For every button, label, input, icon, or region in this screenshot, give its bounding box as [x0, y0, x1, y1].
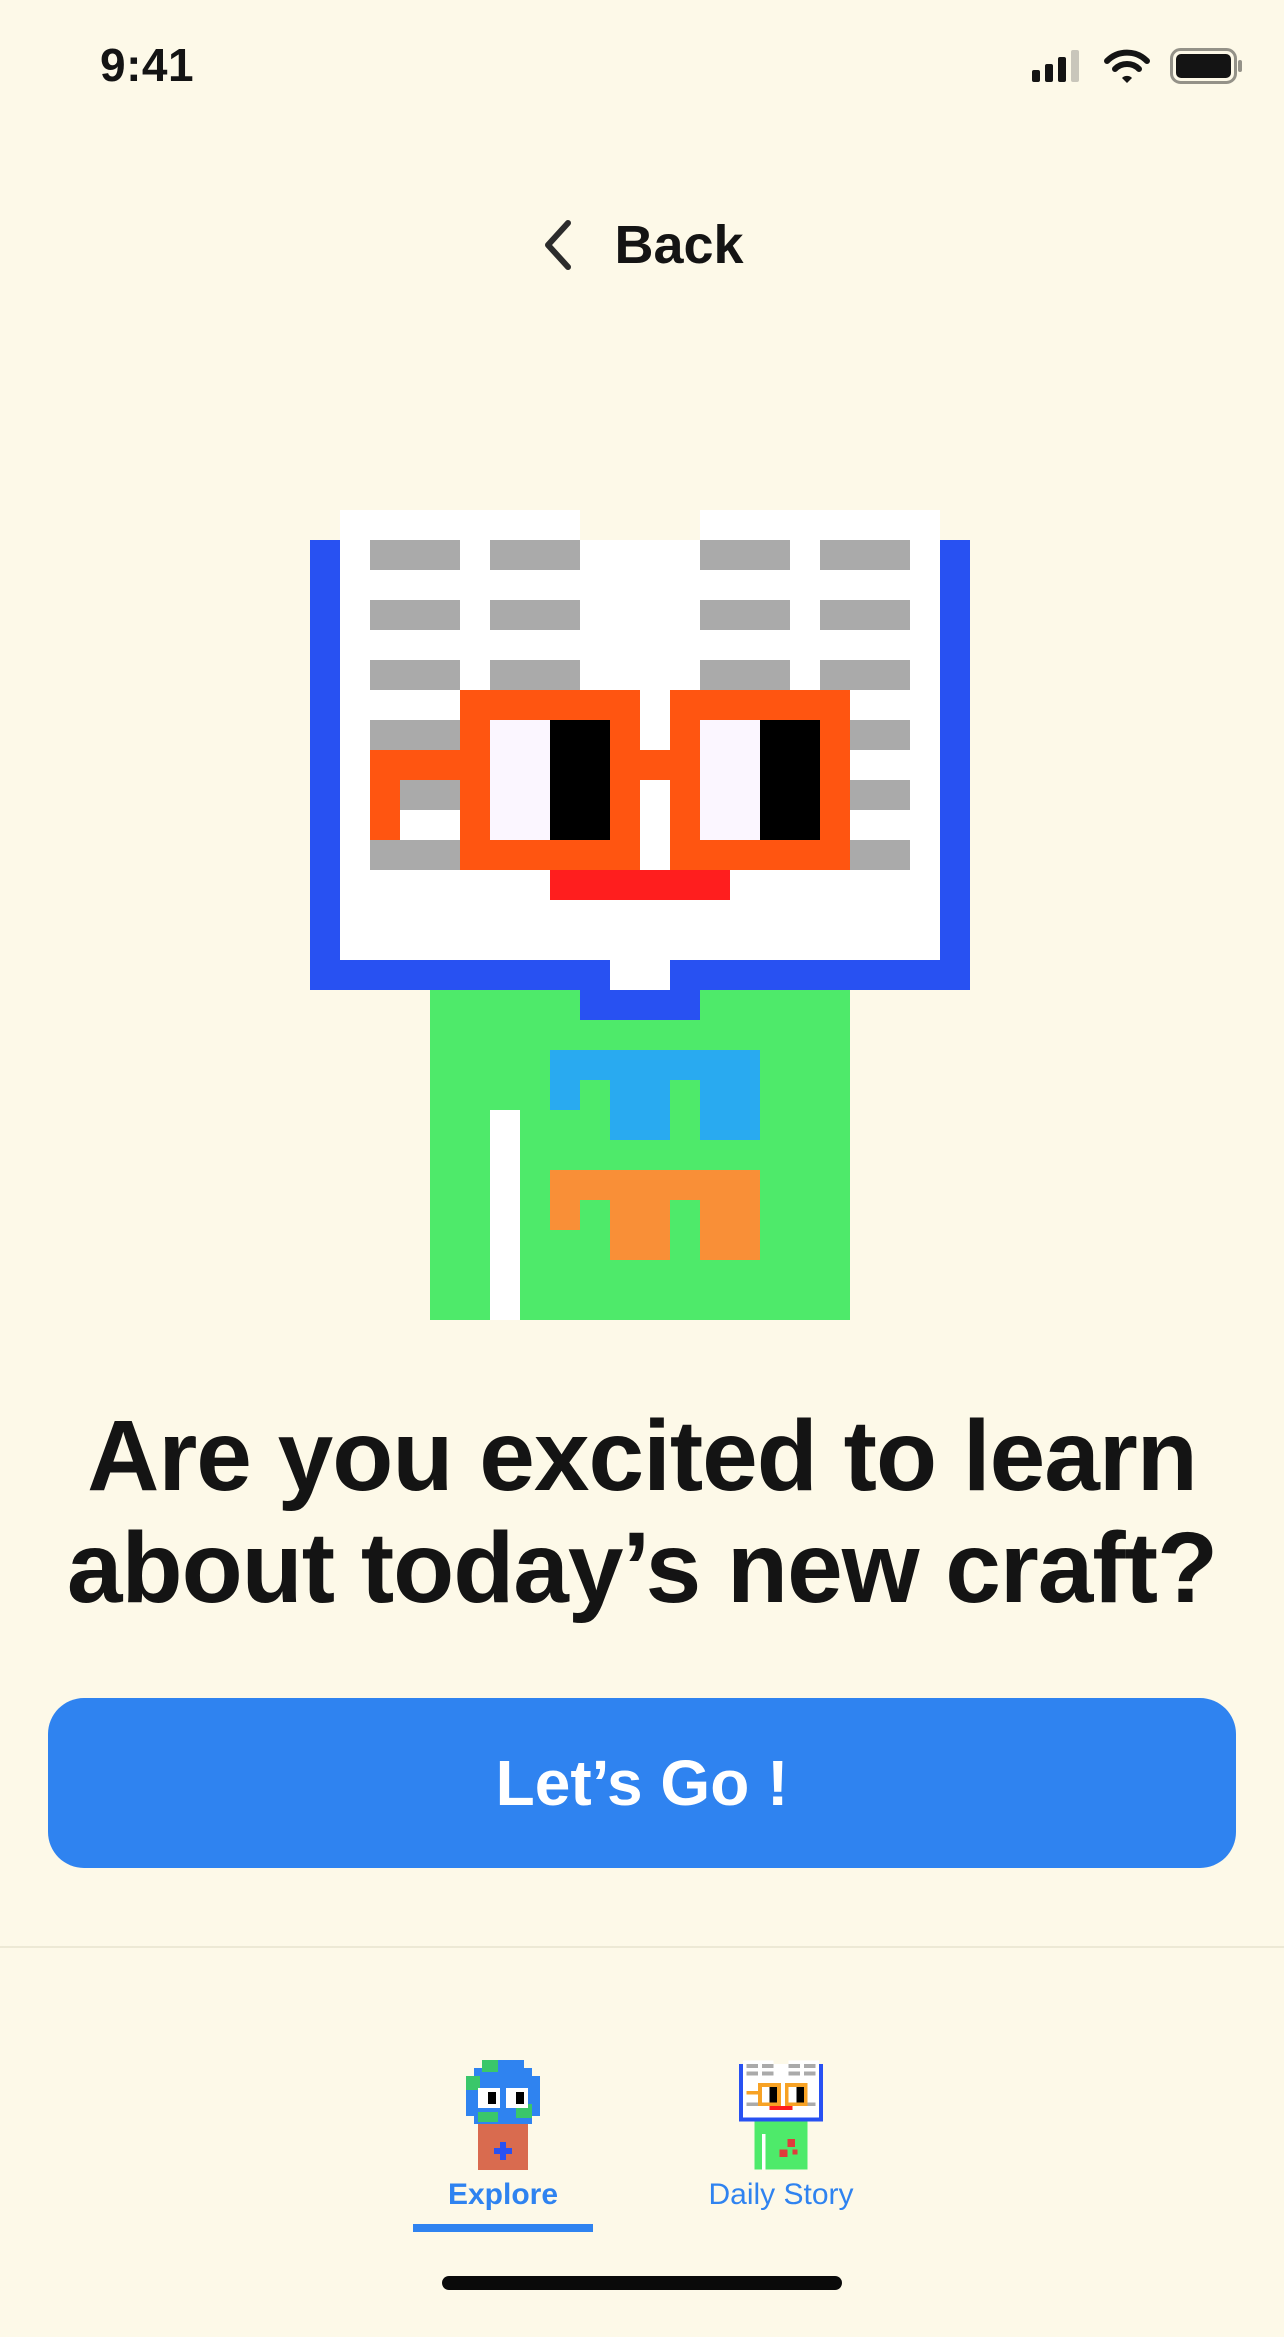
lets-go-button[interactable]: Let’s Go !: [48, 1698, 1236, 1868]
book-character-icon: [739, 2060, 823, 2170]
tab-daily-story-label: Daily Story: [708, 2178, 854, 2211]
page-title-line-1: Are you excited to learn: [87, 1400, 1198, 1512]
back-label: Back: [614, 215, 744, 275]
tab-daily-story[interactable]: Daily Story: [661, 2060, 901, 2240]
book-character-illustration: [310, 510, 970, 1320]
tab-explore[interactable]: Explore: [383, 2060, 623, 2240]
page-title-line-2: about today’s new craft?: [66, 1512, 1218, 1624]
status-icons: [1032, 46, 1244, 86]
battery-icon: [1170, 48, 1242, 84]
status-time: 9:41: [100, 39, 195, 91]
home-indicator: [442, 2276, 842, 2290]
back-button[interactable]: Back: [0, 210, 1284, 280]
status-bar: 9:41: [0, 0, 1284, 140]
wifi-icon: [1104, 49, 1150, 83]
tab-bar-divider: [0, 1946, 1284, 1948]
page-title: Are you excited to learn about today’s n…: [40, 1400, 1244, 1624]
globe-character-icon: [466, 2060, 540, 2170]
chevron-left-icon: [545, 220, 572, 270]
tab-explore-label: Explore: [447, 2178, 559, 2211]
cellular-signal-icon: [1032, 50, 1079, 82]
active-tab-indicator: [413, 2224, 593, 2232]
